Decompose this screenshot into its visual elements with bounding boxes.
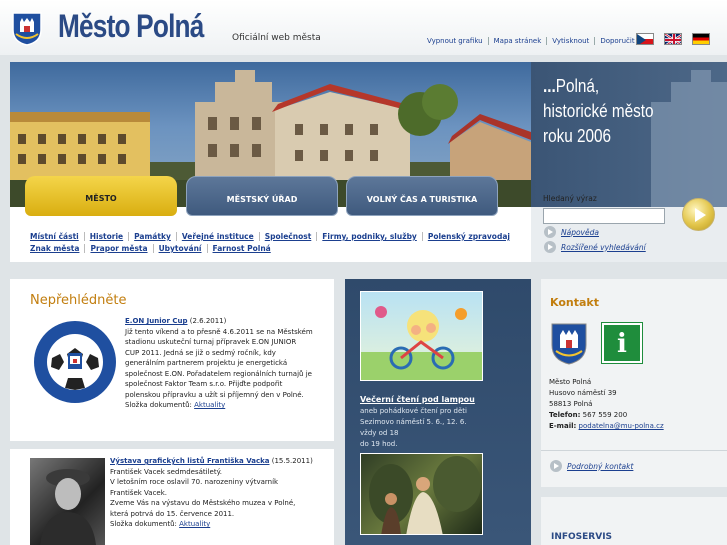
search-submit-button[interactable] (682, 198, 715, 231)
artist-photo (30, 458, 105, 545)
subnav-item-firmy[interactable]: Firmy, podniky, služby (316, 232, 422, 241)
feature-text: aneb pohádkové čtení pro děti Sezimovo n… (360, 406, 485, 450)
info-icon[interactable]: i (601, 322, 643, 364)
news-item: Výstava grafických listů Františka Vacka… (110, 456, 330, 530)
feature-text-line: aneb pohádkové čtení pro děti (360, 407, 467, 415)
subnav-row-2: Znak města Prapor města Ubytování Farnos… (30, 244, 276, 253)
feature-text-line: do 19 hod. (360, 440, 398, 448)
contact-phone: 567 559 200 (582, 411, 628, 419)
arrow-bullet-icon (544, 226, 556, 238)
recommend-link[interactable]: Doporučit (594, 37, 639, 45)
fairy-tale-photo[interactable] (360, 453, 483, 535)
cz-flag-icon[interactable] (636, 33, 654, 45)
arrow-bullet-icon (544, 241, 556, 253)
slogan-ellipsis: ... (543, 76, 556, 96)
slogan-line-1: Polná, (555, 76, 600, 96)
contact-street: Husovo náměstí 39 (549, 389, 617, 397)
town-crest-icon (551, 323, 587, 365)
arrow-bullet-icon (550, 460, 562, 472)
news-headline-link[interactable]: E.ON Junior Cup (125, 317, 188, 325)
subnav-item-historie[interactable]: Historie (83, 232, 128, 241)
utility-links: Vypnout grafiku Mapa stránek Vytisknout … (422, 37, 640, 45)
header: Město Polná Oficiální web města Vypnout … (0, 0, 727, 55)
docs-link[interactable]: Aktuality (194, 401, 225, 409)
news-text-line: CUP 2011. Jedná se již o sedmý ročník, k… (125, 348, 276, 357)
site-tagline: Oficiální web města (232, 33, 321, 43)
tab-mesto[interactable]: MĚSTO (25, 176, 177, 216)
reading-poster-image[interactable] (360, 291, 483, 381)
news-text-line: polenskou přípravku a užít si příjemný d… (125, 390, 304, 399)
phone-label: Telefon: (549, 411, 581, 419)
subnav-item-znak-mesta[interactable]: Znak města (30, 244, 84, 253)
news-text-line: Již tento víkend a to přesně 4.6.2011 se… (125, 327, 313, 336)
contact-city: 58813 Polná (549, 400, 593, 408)
docs-label: Složka dokumentů: (110, 520, 177, 528)
contact-name: Město Polná (549, 378, 592, 386)
news-item: E.ON Junior Cup (2.6.2011) Již tento vík… (125, 316, 325, 411)
uk-flag-icon[interactable] (664, 33, 682, 45)
sitemap-link[interactable]: Mapa stránek (487, 37, 547, 45)
tab-mestsky-urad[interactable]: MĚSTSKÝ ÚŘAD (186, 176, 338, 216)
subnav-item-farnost[interactable]: Farnost Polná (206, 244, 276, 253)
news-date: (2.6.2011) (189, 317, 227, 325)
docs-label: Složka dokumentů: (125, 401, 192, 409)
docs-link[interactable]: Aktuality (179, 520, 210, 528)
detailed-contact-link[interactable]: Podrobný kontakt (550, 460, 633, 472)
town-crest-logo[interactable] (12, 12, 42, 46)
contact-heading: Kontakt (550, 296, 599, 309)
search-label: Hledaný výraz (543, 194, 597, 203)
feature-text-line: Sezimovo náměstí 5. 6., 12. 6. vždy od 1… (360, 418, 467, 437)
tab-volny-cas[interactable]: VOLNÝ ČAS A TURISTIKA (346, 176, 498, 216)
slogan-line-2: historické město (543, 101, 654, 121)
language-flags (636, 33, 710, 45)
news-text-line: generálním partnerem projektu je energet… (125, 359, 288, 367)
search-help-text[interactable]: Nápověda (561, 228, 599, 237)
news-text-line: která potrvá do 15. července 2011. (110, 509, 235, 518)
subnav-item-verejne-instituce[interactable]: Veřejné instituce (175, 232, 259, 241)
news-headline-link[interactable]: Výstava grafických listů Františka Vacka (110, 457, 270, 465)
advanced-search-text[interactable]: Rozšířené vyhledávání (561, 243, 646, 252)
news-text-line: František Vacek. (110, 488, 168, 497)
news-text-line: společnost Faktor Team s.r.o. Přijďte po… (125, 380, 283, 388)
subnav-item-mistni-casti[interactable]: Místní části (30, 232, 84, 241)
subnav-item-pamatky[interactable]: Památky (128, 232, 176, 241)
print-link[interactable]: Vytisknout (546, 37, 594, 45)
infoservis-heading: INFOSERVIS (551, 532, 613, 542)
feature-title-link[interactable]: Večerní čtení pod lampou (360, 395, 475, 404)
news-heading: Nepřehlédněte (30, 293, 127, 308)
news-date: (15.5.2011) (271, 457, 313, 465)
banner-slogan: ...Polná, historické město roku 2006 (543, 74, 654, 149)
search-input[interactable] (543, 208, 665, 224)
subnav-item-ubytovani[interactable]: Ubytování (152, 244, 207, 253)
subnav-row-1: Místní části Historie Památky Veřejné in… (30, 232, 515, 241)
email-label: E-mail: (549, 422, 577, 430)
subnav-item-zpravodaj[interactable]: Polenský zpravodaj (421, 232, 515, 241)
detailed-contact-text[interactable]: Podrobný kontakt (567, 462, 633, 471)
news-text-line: V letošním roce oslavil 70. narozeniny v… (110, 478, 279, 486)
news-text-line: společnost E.ON. Pořadatelem regionálníc… (125, 369, 312, 378)
advanced-search-link[interactable]: Rozšířené vyhledávání (544, 241, 646, 253)
slavoj-football-logo (34, 321, 116, 403)
subnav-item-prapor-mesta[interactable]: Prapor města (84, 244, 152, 253)
search-help-link[interactable]: Nápověda (544, 226, 599, 238)
contact-email-link[interactable]: podatelna@mu-polna.cz (579, 422, 664, 430)
slogan-line-3: roku 2006 (543, 126, 612, 146)
contact-details: Město Polná Husovo náměstí 39 58813 Poln… (549, 377, 664, 432)
news-text-line: Zveme Vás na výstavu do Městského muzea … (110, 499, 296, 507)
site-title[interactable]: Město Polná (58, 8, 204, 45)
subnav-item-spolecnost[interactable]: Společnost (258, 232, 317, 241)
de-flag-icon[interactable] (692, 33, 710, 45)
news-text-line: stadionu uskuteční turnaj přípravek E.ON… (125, 338, 297, 346)
news-text-line: František Vacek sedmdesátiletý. (110, 467, 222, 476)
disable-graphics-link[interactable]: Vypnout grafiku (422, 37, 488, 45)
